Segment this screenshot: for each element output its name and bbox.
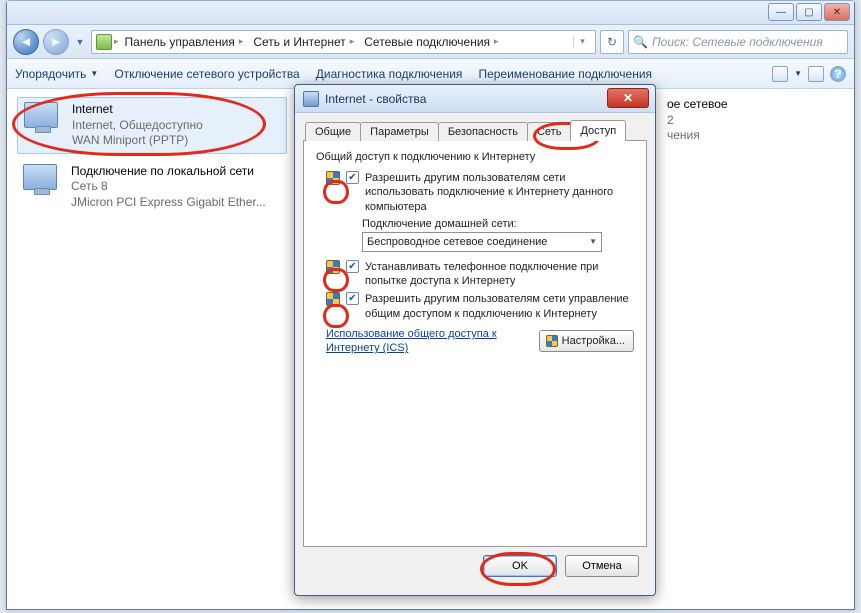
window-minimize-button[interactable]: — (768, 3, 794, 21)
cancel-button[interactable]: Отмена (565, 555, 639, 577)
nav-history-dropdown[interactable]: ▼ (73, 32, 87, 52)
dialog-button-row: OK Отмена (303, 547, 647, 587)
dialog-title: Internet - свойства (325, 92, 426, 106)
dialog-close-button[interactable]: ✕ (607, 88, 649, 108)
breadcrumb-dropdown[interactable]: ▾ (573, 36, 591, 47)
option-label: Разрешить другим пользователям сети испо… (365, 171, 634, 214)
toolbar-disable-device[interactable]: Отключение сетевого устройства (114, 67, 299, 81)
connection-title: Internet (72, 102, 203, 118)
settings-button[interactable]: Настройка... (539, 330, 634, 352)
search-icon: 🔍 (633, 35, 648, 49)
window-titlebar: — ▢ ✕ (7, 1, 854, 25)
breadcrumb-item[interactable]: Сеть и Интернет▸ (249, 35, 358, 49)
toolbar-organize[interactable]: Упорядочить▼ (15, 67, 98, 81)
dialog-titlebar: Internet - свойства ✕ (295, 85, 655, 113)
select-value: Беспроводное сетевое соединение (367, 236, 547, 248)
checkbox-dial-on-demand[interactable]: ✔ (346, 260, 359, 273)
help-button[interactable]: ? (830, 66, 846, 82)
option-label: Устанавливать телефонное подключение при… (365, 260, 634, 289)
option-label: Разрешить другим пользователям сети упра… (365, 292, 634, 321)
shield-icon (326, 171, 340, 185)
view-options-button[interactable] (772, 66, 788, 82)
connection-device: JMicron PCI Express Gigabit Ether... (71, 195, 266, 211)
tab-network[interactable]: Сеть (527, 122, 571, 141)
connection-title: Подключение по локальной сети (71, 164, 266, 180)
ok-button[interactable]: OK (483, 555, 557, 577)
address-bar-row: ◄ ► ▼ ▸ Панель управления▸ Сеть и Интерн… (7, 25, 854, 59)
shield-icon (546, 335, 558, 347)
nav-back-button[interactable]: ◄ (13, 29, 39, 55)
connection-item-internet[interactable]: Internet Internet, Общедоступно WAN Mini… (17, 97, 287, 154)
shield-icon (326, 260, 340, 274)
search-input[interactable]: 🔍 Поиск: Сетевые подключения (628, 30, 848, 54)
connection-status: Internet, Общедоступно (72, 118, 203, 134)
preview-pane-button[interactable] (808, 66, 824, 82)
checkbox-allow-sharing[interactable]: ✔ (346, 171, 359, 184)
ics-help-link[interactable]: Использование общего доступа к Интернету… (326, 327, 529, 356)
partial-hidden-item: ое сетевое 2 чения (667, 97, 728, 144)
home-network-select[interactable]: Беспроводное сетевое соединение ▼ (362, 232, 602, 252)
network-adapter-icon (23, 164, 63, 204)
network-adapter-icon (24, 102, 64, 142)
properties-dialog: Internet - свойства ✕ Общие Параметры Бе… (294, 84, 656, 596)
tabstrip: Общие Параметры Безопасность Сеть Доступ (303, 119, 647, 141)
control-panel-icon (96, 34, 112, 50)
tab-panel-sharing: Общий доступ к подключению к Интернету ✔… (303, 140, 647, 547)
search-placeholder: Поиск: Сетевые подключения (652, 35, 823, 49)
connection-item-lan[interactable]: Подключение по локальной сети Сеть 8 JMi… (17, 160, 287, 215)
breadcrumb-item[interactable]: Сетевые подключения▸ (360, 35, 502, 49)
shield-icon (326, 292, 340, 306)
tab-security[interactable]: Безопасность (438, 122, 528, 141)
toolbar-diagnose[interactable]: Диагностика подключения (316, 67, 463, 81)
tab-options[interactable]: Параметры (360, 122, 439, 141)
checkbox-allow-control[interactable]: ✔ (346, 292, 359, 305)
home-network-label: Подключение домашней сети: (362, 218, 634, 230)
chevron-right-icon: ▸ (114, 36, 119, 47)
tab-general[interactable]: Общие (305, 122, 361, 141)
connection-status: Сеть 8 (71, 179, 266, 195)
window-maximize-button[interactable]: ▢ (796, 3, 822, 21)
tab-sharing[interactable]: Доступ (570, 120, 626, 141)
nav-forward-button[interactable]: ► (43, 29, 69, 55)
chevron-down-icon: ▼ (589, 237, 597, 246)
group-title: Общий доступ к подключению к Интернету (316, 151, 634, 163)
refresh-button[interactable]: ↻ (600, 30, 624, 54)
breadcrumb[interactable]: ▸ Панель управления▸ Сеть и Интернет▸ Се… (91, 30, 596, 54)
network-icon (303, 91, 319, 107)
connection-device: WAN Miniport (PPTP) (72, 133, 203, 149)
window-close-button[interactable]: ✕ (824, 3, 850, 21)
breadcrumb-item[interactable]: Панель управления▸ (121, 35, 248, 49)
toolbar-rename[interactable]: Переименование подключения (478, 67, 652, 81)
